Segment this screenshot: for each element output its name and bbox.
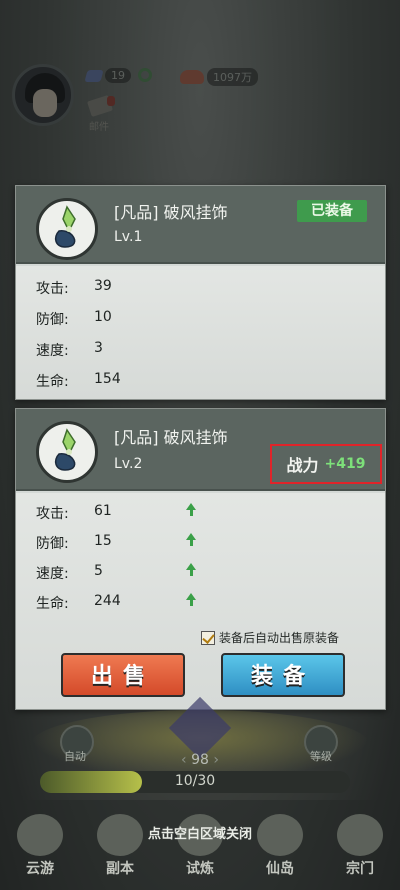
- nav-item-sect[interactable]: 宗门: [327, 808, 393, 890]
- stat-row-speed: 速度: 5: [36, 563, 198, 583]
- stat-label: 防御:: [36, 536, 69, 552]
- equipped-item-level: Lv.1: [114, 229, 143, 245]
- stat-label: 速度:: [36, 343, 69, 359]
- nav-label: 副本: [106, 861, 134, 877]
- stat-value: 10: [94, 309, 112, 325]
- auto-sell-checkbox[interactable]: [201, 630, 215, 645]
- stat-value: 5: [94, 563, 103, 579]
- stat-value: 154: [94, 371, 121, 387]
- stat-value: 61: [94, 503, 112, 519]
- equipped-item-icon-frame: [36, 198, 98, 260]
- stat-row-defense: 防御: 10: [36, 309, 184, 329]
- stat-label: 生命:: [36, 596, 69, 612]
- stat-value: 244: [94, 593, 121, 609]
- new-item-name: [凡品] 破风挂饰: [114, 428, 228, 447]
- power-change-box: 战力 +419: [270, 444, 382, 484]
- stage-number: ‹ 98 ›: [0, 752, 400, 768]
- nav-item-cloud-travel[interactable]: 云游: [7, 808, 73, 890]
- stat-label: 攻击:: [36, 506, 69, 522]
- new-item-header: [凡品] 破风挂饰 Lv.2 战力 +419: [16, 409, 385, 491]
- stat-row-hp: 生命: 154: [36, 371, 184, 391]
- equipped-item-panel: [凡品] 破风挂饰 Lv.1 已装备 攻击: 39 防御: 10 速度: 3 生…: [15, 185, 386, 400]
- stat-up-arrow-icon: [184, 533, 198, 547]
- stat-label: 速度:: [36, 566, 69, 582]
- stage-progress-bar: 10/30: [40, 771, 350, 793]
- auto-sell-label: 装备后自动出售原装备: [219, 631, 340, 645]
- stat-label: 防御:: [36, 312, 69, 328]
- stage-number-value: 98: [191, 752, 209, 768]
- equip-button[interactable]: 装备: [221, 653, 345, 697]
- stat-value: 3: [94, 340, 103, 356]
- nav-item-trial[interactable]: 试炼: [167, 808, 233, 890]
- stat-label: 攻击:: [36, 281, 69, 297]
- stat-value: 39: [94, 278, 112, 294]
- stat-up-arrow-icon: [184, 503, 198, 517]
- equipped-item-header: [凡品] 破风挂饰 Lv.1 已装备: [16, 186, 385, 264]
- prev-stage-arrow-icon[interactable]: ‹: [181, 752, 191, 768]
- new-item-stats: 攻击: 61 防御: 15 速度: 5 生命: 244 装备后自动出售原装备 出…: [16, 493, 385, 709]
- nav-label: 云游: [26, 861, 54, 877]
- new-item-level: Lv.2: [114, 456, 143, 472]
- stat-value: 15: [94, 533, 112, 549]
- stat-row-attack: 攻击: 39: [36, 278, 184, 298]
- stage-progress-text: 10/30: [174, 773, 216, 789]
- new-item-panel: [凡品] 破风挂饰 Lv.2 战力 +419 攻击: 61 防御: 15 速度:…: [15, 408, 386, 710]
- equipped-item-name: [凡品] 破风挂饰: [114, 203, 228, 222]
- bottom-navigation: 云游 副本 试炼 仙岛 宗门: [0, 808, 400, 890]
- stat-up-arrow-icon: [184, 563, 198, 577]
- stat-up-arrow-icon: [184, 593, 198, 607]
- auto-sell-option[interactable]: 装备后自动出售原装备: [201, 629, 339, 646]
- stat-label: 生命:: [36, 374, 69, 390]
- stat-row-hp: 生命: 244: [36, 593, 198, 613]
- equipped-badge: 已装备: [297, 200, 367, 222]
- close-hint: 点击空白区域关闭: [147, 827, 252, 842]
- pendant-icon: [54, 205, 76, 248]
- next-stage-arrow-icon[interactable]: ›: [209, 752, 219, 768]
- nav-label: 仙岛: [266, 861, 294, 877]
- stat-row-attack: 攻击: 61: [36, 503, 198, 523]
- nav-item-dungeon[interactable]: 副本: [87, 808, 153, 890]
- new-item-icon-frame: [36, 421, 98, 483]
- power-delta: +419: [324, 456, 366, 472]
- stat-row-speed: 速度: 3: [36, 340, 184, 360]
- nav-label: 试炼: [186, 861, 214, 877]
- sell-button[interactable]: 出售: [61, 653, 185, 697]
- nav-label: 宗门: [346, 861, 374, 877]
- nav-item-immortal-island[interactable]: 仙岛: [247, 808, 313, 890]
- power-label: 战力: [286, 456, 319, 475]
- pendant-icon: [54, 428, 76, 471]
- equipped-item-stats: 攻击: 39 防御: 10 速度: 3 生命: 154: [16, 266, 385, 399]
- stat-row-defense: 防御: 15: [36, 533, 198, 553]
